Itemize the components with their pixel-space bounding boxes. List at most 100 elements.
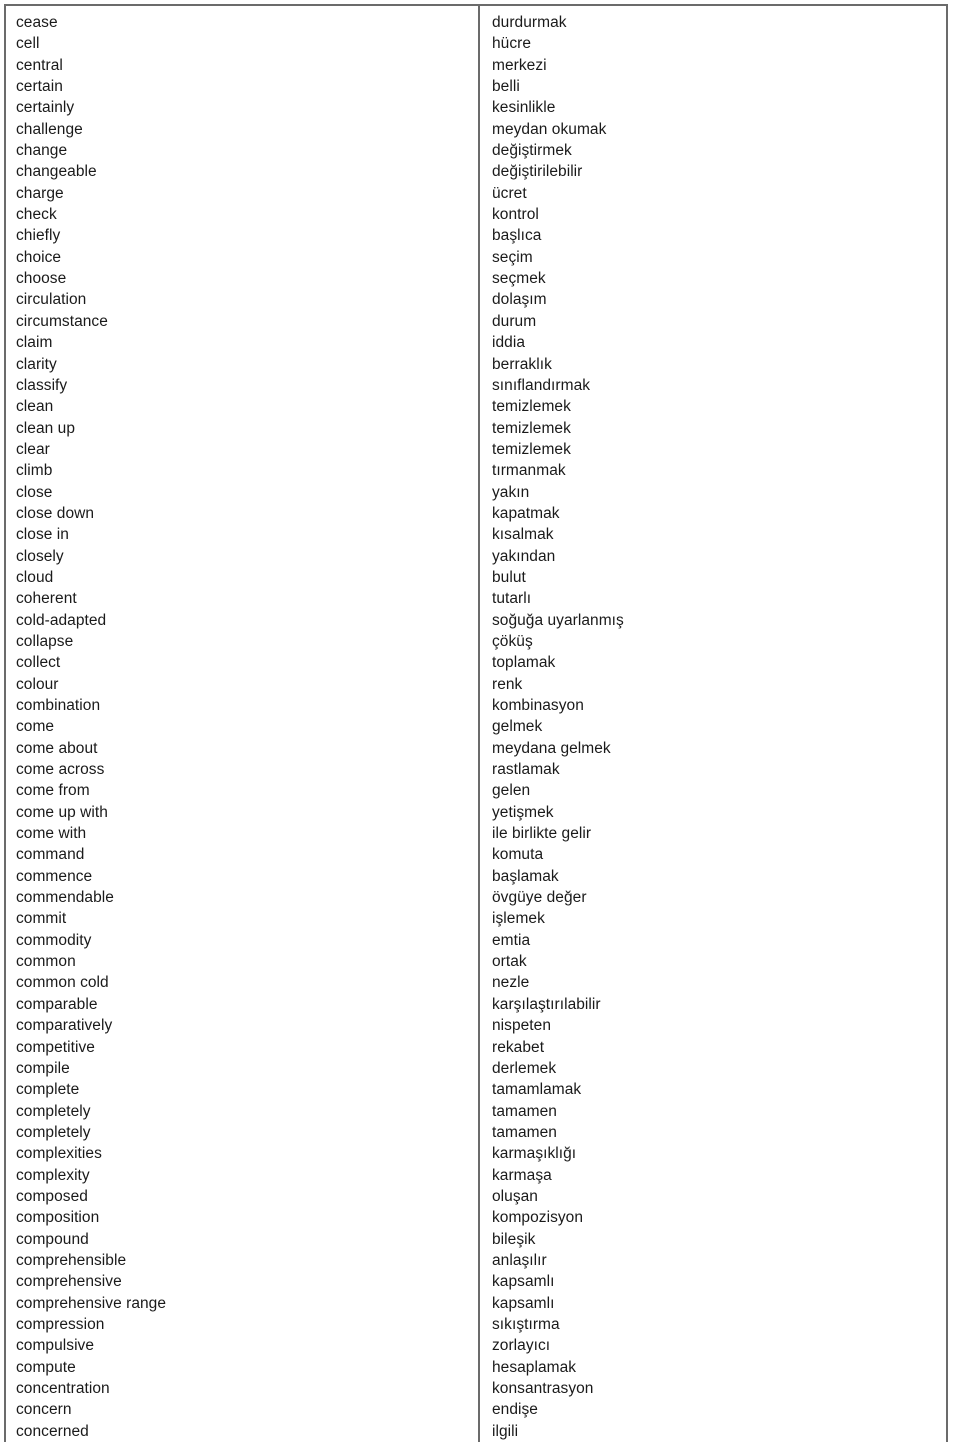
source-term: commodity — [16, 931, 92, 949]
target-term: başlamak — [492, 867, 559, 885]
source-term: cell — [16, 35, 40, 53]
source-term: come up with — [16, 803, 108, 821]
target-term: gelmek — [492, 718, 543, 736]
source-term: collect — [16, 654, 61, 672]
target-term: tutarlı — [492, 590, 532, 608]
source-term: changeable — [16, 163, 97, 181]
source-term: complexity — [16, 1166, 90, 1184]
target-term: oluşan — [492, 1187, 538, 1205]
target-term: hesaplamak — [492, 1358, 577, 1376]
target-term: kesinlikle — [492, 99, 556, 117]
source-term: come with — [16, 825, 87, 843]
target-term: hücre — [492, 35, 532, 53]
target-term: merkezi — [492, 56, 547, 74]
target-term: durum — [492, 312, 537, 330]
source-term: cold-adapted — [16, 611, 107, 629]
source-term: charge — [16, 184, 64, 202]
target-term: başlıca — [492, 227, 542, 245]
source-term: commit — [16, 910, 67, 928]
target-term: iddia — [492, 334, 525, 352]
target-term: temizlemek — [492, 419, 571, 437]
target-term: renk — [492, 675, 523, 693]
target-term: nezle — [492, 974, 530, 992]
source-term: colour — [16, 675, 59, 693]
target-term: temizlemek — [492, 398, 571, 416]
source-term: central — [16, 56, 63, 74]
glossary-table: cease cell central certain certainly challeng… — [4, 4, 948, 1442]
target-term: dolaşım — [492, 291, 547, 309]
source-term: change — [16, 142, 68, 160]
target-term: değiştirilebilir — [492, 163, 583, 181]
source-term: composed — [16, 1187, 88, 1205]
source-term: complexities — [16, 1145, 102, 1163]
target-term: tamamen — [492, 1102, 557, 1120]
target-term: komuta — [492, 846, 544, 864]
target-term: meydan okumak — [492, 120, 607, 138]
target-term: nispeten — [492, 1017, 552, 1035]
source-term: closely — [16, 547, 64, 565]
target-term: ile birlikte gelir — [492, 825, 592, 843]
source-term: clear — [16, 440, 50, 458]
target-term: değiştirmek — [492, 142, 572, 160]
source-term: comprehensive — [16, 1273, 122, 1291]
target-term: anlaşılır — [492, 1251, 547, 1269]
target-term: gelen — [492, 782, 531, 800]
target-term: ilgili — [492, 1422, 519, 1440]
source-term: circulation — [16, 291, 87, 309]
source-term: combination — [16, 697, 101, 714]
target-term: durdurmak — [492, 14, 567, 31]
source-term: completely — [16, 1123, 91, 1141]
target-term: konsantrasyon — [492, 1380, 594, 1397]
source-term: comparatively — [16, 1017, 113, 1035]
source-term: certainly — [16, 99, 75, 117]
target-term: kompozisyon — [492, 1209, 584, 1227]
source-term: common — [16, 953, 76, 971]
source-term: close down — [16, 504, 95, 522]
target-term: seçmek — [492, 270, 546, 288]
target-term: yetişmek — [492, 803, 554, 821]
target-term: berraklık — [492, 355, 552, 373]
source-term: cloud — [16, 568, 54, 586]
target-term: zorlayıcı — [492, 1337, 551, 1355]
source-term: comparable — [16, 995, 98, 1013]
target-term: ortak — [492, 953, 527, 971]
target-term: yakın — [492, 483, 530, 501]
target-term: derlemek — [492, 1059, 557, 1077]
source-term: challenge — [16, 120, 83, 138]
target-term: bulut — [492, 568, 526, 586]
target-term: yakından — [492, 547, 556, 565]
source-term: compound — [16, 1230, 89, 1248]
target-term: tamamlamak — [492, 1081, 582, 1099]
source-term: completely — [16, 1102, 91, 1120]
target-term: tırmanmak — [492, 462, 566, 480]
target-term: karmaşıklığı — [492, 1145, 577, 1163]
source-term: classify — [16, 376, 68, 394]
target-term: çöküş — [492, 632, 533, 650]
target-term: karmaşa — [492, 1166, 552, 1184]
target-term: kontrol — [492, 206, 539, 224]
source-term: close in — [16, 526, 69, 544]
source-term: commendable — [16, 889, 114, 907]
source-term: clean up — [16, 419, 76, 437]
target-term: belli — [492, 78, 520, 96]
target-term: kısalmak — [492, 526, 554, 544]
target-term: karşılaştırılabilir — [492, 995, 601, 1013]
target-term: emtia — [492, 931, 531, 949]
source-term: choose — [16, 270, 67, 288]
source-term: choice — [16, 248, 62, 266]
target-terms-column: durdurmak hücre merkezi belli kesinlikle meyd… — [480, 6, 946, 1442]
target-term: işlemek — [492, 910, 545, 928]
source-terms-column: cease cell central certain certainly challeng… — [6, 6, 480, 1442]
source-term: come — [16, 718, 55, 736]
target-term: meydana gelmek — [492, 739, 611, 757]
source-term: cease — [16, 14, 58, 31]
source-term: certain — [16, 78, 63, 96]
target-term: endişe — [492, 1401, 538, 1419]
target-term: toplamak — [492, 654, 556, 672]
source-term: complete — [16, 1081, 80, 1099]
target-term: tamamen — [492, 1123, 557, 1141]
target-term: kapsamlı — [492, 1294, 555, 1312]
target-term: kombinasyon — [492, 697, 584, 714]
source-term: claim — [16, 334, 53, 352]
target-term: seçim — [492, 248, 533, 266]
